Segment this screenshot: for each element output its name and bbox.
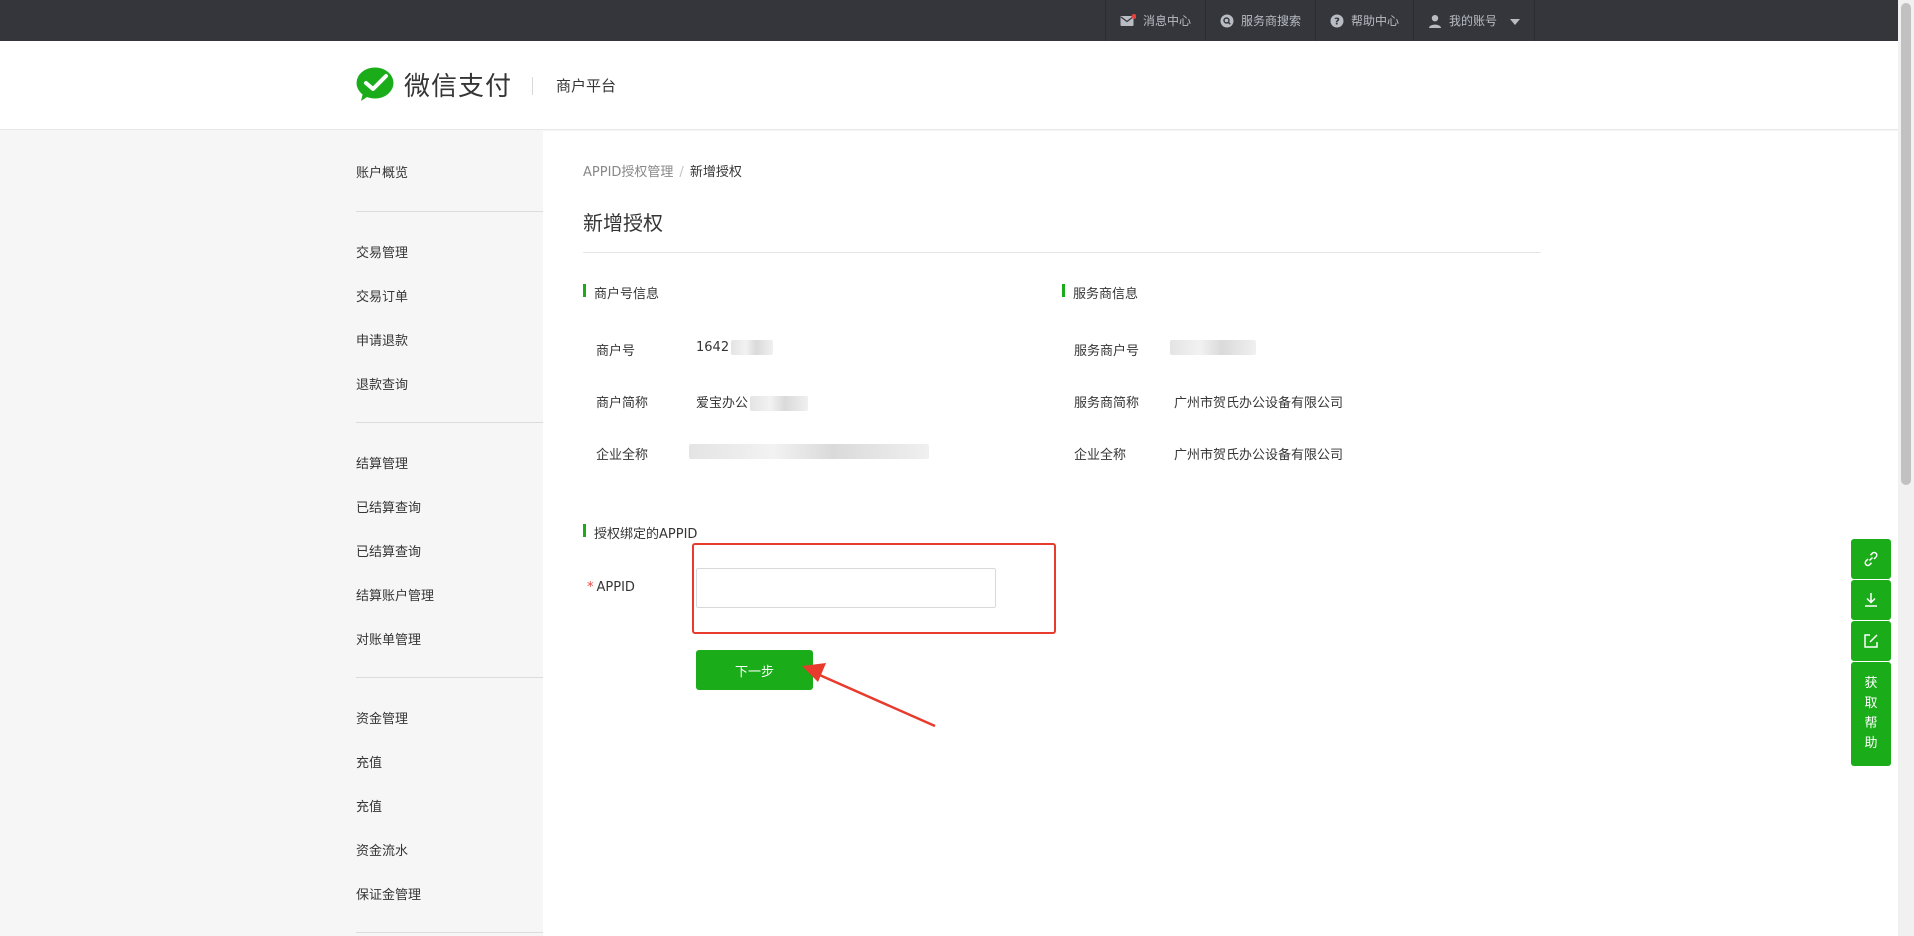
breadcrumb-current: 新增授权 (689, 165, 742, 180)
float-help-button[interactable]: 获取帮助 (1851, 662, 1891, 766)
merchant-full-name-label: 企业全称 (596, 448, 649, 463)
redacted-mask (750, 396, 809, 411)
sidebar-divider (356, 677, 543, 678)
merchant-short-name-text: 爱宝办公 (696, 396, 749, 411)
brand-header: 微信支付 商户平台 (0, 41, 1898, 130)
nav-message-center[interactable]: 消息中心 (1105, 0, 1205, 41)
brand-platform: 商户平台 (556, 77, 617, 95)
merchant-id-text: 1642 (696, 340, 730, 355)
sidebar: 账户概览 交易管理 交易订单 申请退款 退款查询 结算管理 已结算查询 已结算查… (0, 131, 543, 936)
sidebar-item-deposit-management[interactable]: 保证金管理 (356, 884, 421, 903)
provider-id-label: 服务商户号 (1074, 344, 1140, 359)
sidebar-item-settled-query-2[interactable]: 已结算查询 (356, 541, 421, 560)
provider-id-value (1170, 340, 1256, 355)
merchant-short-name-label: 商户简称 (596, 396, 649, 411)
merchant-short-name-value: 爱宝办公 (696, 392, 809, 411)
svg-text:?: ? (1334, 16, 1340, 27)
sidebar-item-apply-refund[interactable]: 申请退款 (356, 330, 408, 349)
nav-my-account[interactable]: 我的账号 (1413, 0, 1536, 41)
scrollbar-thumb[interactable] (1901, 3, 1911, 485)
sidebar-item-refund-query[interactable]: 退款查询 (356, 374, 408, 393)
page-title: 新增授权 (583, 211, 663, 235)
float-edit-button[interactable] (1851, 621, 1891, 661)
sidebar-item-settlement-account[interactable]: 结算账户管理 (356, 585, 434, 604)
redacted-mask (689, 444, 929, 459)
sidebar-divider (356, 932, 543, 933)
redacted-mask (731, 340, 774, 355)
nav-account-label: 我的账号 (1449, 14, 1498, 28)
nav-message-label: 消息中心 (1143, 14, 1192, 28)
chevron-down-icon (1510, 18, 1521, 25)
sidebar-item-settled-query[interactable]: 已结算查询 (356, 497, 421, 516)
wechat-pay-logo-icon (356, 67, 394, 101)
merchant-id-label: 商户号 (596, 344, 636, 359)
sidebar-item-recharge-2[interactable]: 充值 (356, 796, 382, 815)
nav-provider-search[interactable]: 服务商搜索 (1205, 0, 1315, 41)
sidebar-item-settlement-management[interactable]: 结算管理 (356, 453, 408, 472)
sidebar-divider (356, 211, 543, 212)
provider-short-name-label: 服务商简称 (1074, 396, 1140, 411)
merchant-full-name-value (689, 444, 929, 459)
appid-section-heading: 授权绑定的APPID (583, 523, 697, 542)
merchant-id-value: 1642 (696, 340, 774, 355)
floating-toolbar: 获取帮助 (1851, 539, 1891, 766)
top-bar: 消息中心 服务商搜索 ? 帮助中心 我的账号 (0, 0, 1914, 41)
sidebar-item-trade-orders[interactable]: 交易订单 (356, 286, 408, 305)
nav-help-center[interactable]: ? 帮助中心 (1315, 0, 1413, 41)
main-panel: APPID授权管理 / 新增授权 新增授权 商户号信息 商户号 1642 商户简称 … (543, 131, 1898, 936)
redacted-mask (1170, 340, 1256, 355)
link-icon (1864, 551, 1878, 567)
brand-divider (532, 77, 533, 95)
user-icon (1429, 14, 1442, 28)
appid-field-label: * APPID (587, 580, 635, 595)
envelope-icon (1120, 14, 1136, 26)
sidebar-divider (356, 422, 543, 423)
float-link-button[interactable] (1851, 539, 1891, 579)
merchant-info-heading: 商户号信息 (583, 283, 659, 302)
breadcrumb: APPID授权管理 / 新增授权 (583, 161, 742, 180)
appid-input[interactable] (696, 568, 996, 608)
provider-short-name-value: 广州市贺氏办公设备有限公司 (1174, 396, 1344, 411)
top-nav: 消息中心 服务商搜索 ? 帮助中心 我的账号 (1105, 0, 1536, 41)
sidebar-item-trade-management[interactable]: 交易管理 (356, 242, 408, 261)
provider-full-name-value: 广州市贺氏办公设备有限公司 (1174, 448, 1344, 463)
wechat-pay-logo[interactable]: 微信支付 (356, 66, 512, 103)
nav-provider-search-label: 服务商搜索 (1241, 14, 1302, 28)
provider-full-name-label: 企业全称 (1074, 448, 1127, 463)
sidebar-item-fund-management[interactable]: 资金管理 (356, 708, 408, 727)
download-icon (1865, 593, 1877, 607)
help-icon: ? (1330, 14, 1344, 27)
breadcrumb-separator: / (679, 165, 684, 180)
search-icon (1220, 14, 1234, 27)
sidebar-item-recharge[interactable]: 充值 (356, 752, 382, 771)
provider-info-heading: 服务商信息 (1062, 283, 1138, 302)
edit-icon (1864, 634, 1878, 648)
appid-label-text: APPID (596, 580, 635, 595)
title-divider (583, 252, 1541, 253)
next-step-button[interactable]: 下一步 (696, 650, 813, 690)
sidebar-item-account-overview[interactable]: 账户概览 (356, 162, 408, 181)
float-download-button[interactable] (1851, 580, 1891, 620)
sidebar-item-statements[interactable]: 对账单管理 (356, 629, 421, 648)
brand-name: 微信支付 (404, 72, 513, 102)
sidebar-item-fund-flow[interactable]: 资金流水 (356, 840, 408, 859)
required-marker: * (587, 580, 594, 595)
breadcrumb-parent[interactable]: APPID授权管理 (583, 165, 673, 180)
pointer-arrow-icon (802, 663, 936, 728)
nav-help-label: 帮助中心 (1351, 14, 1400, 28)
